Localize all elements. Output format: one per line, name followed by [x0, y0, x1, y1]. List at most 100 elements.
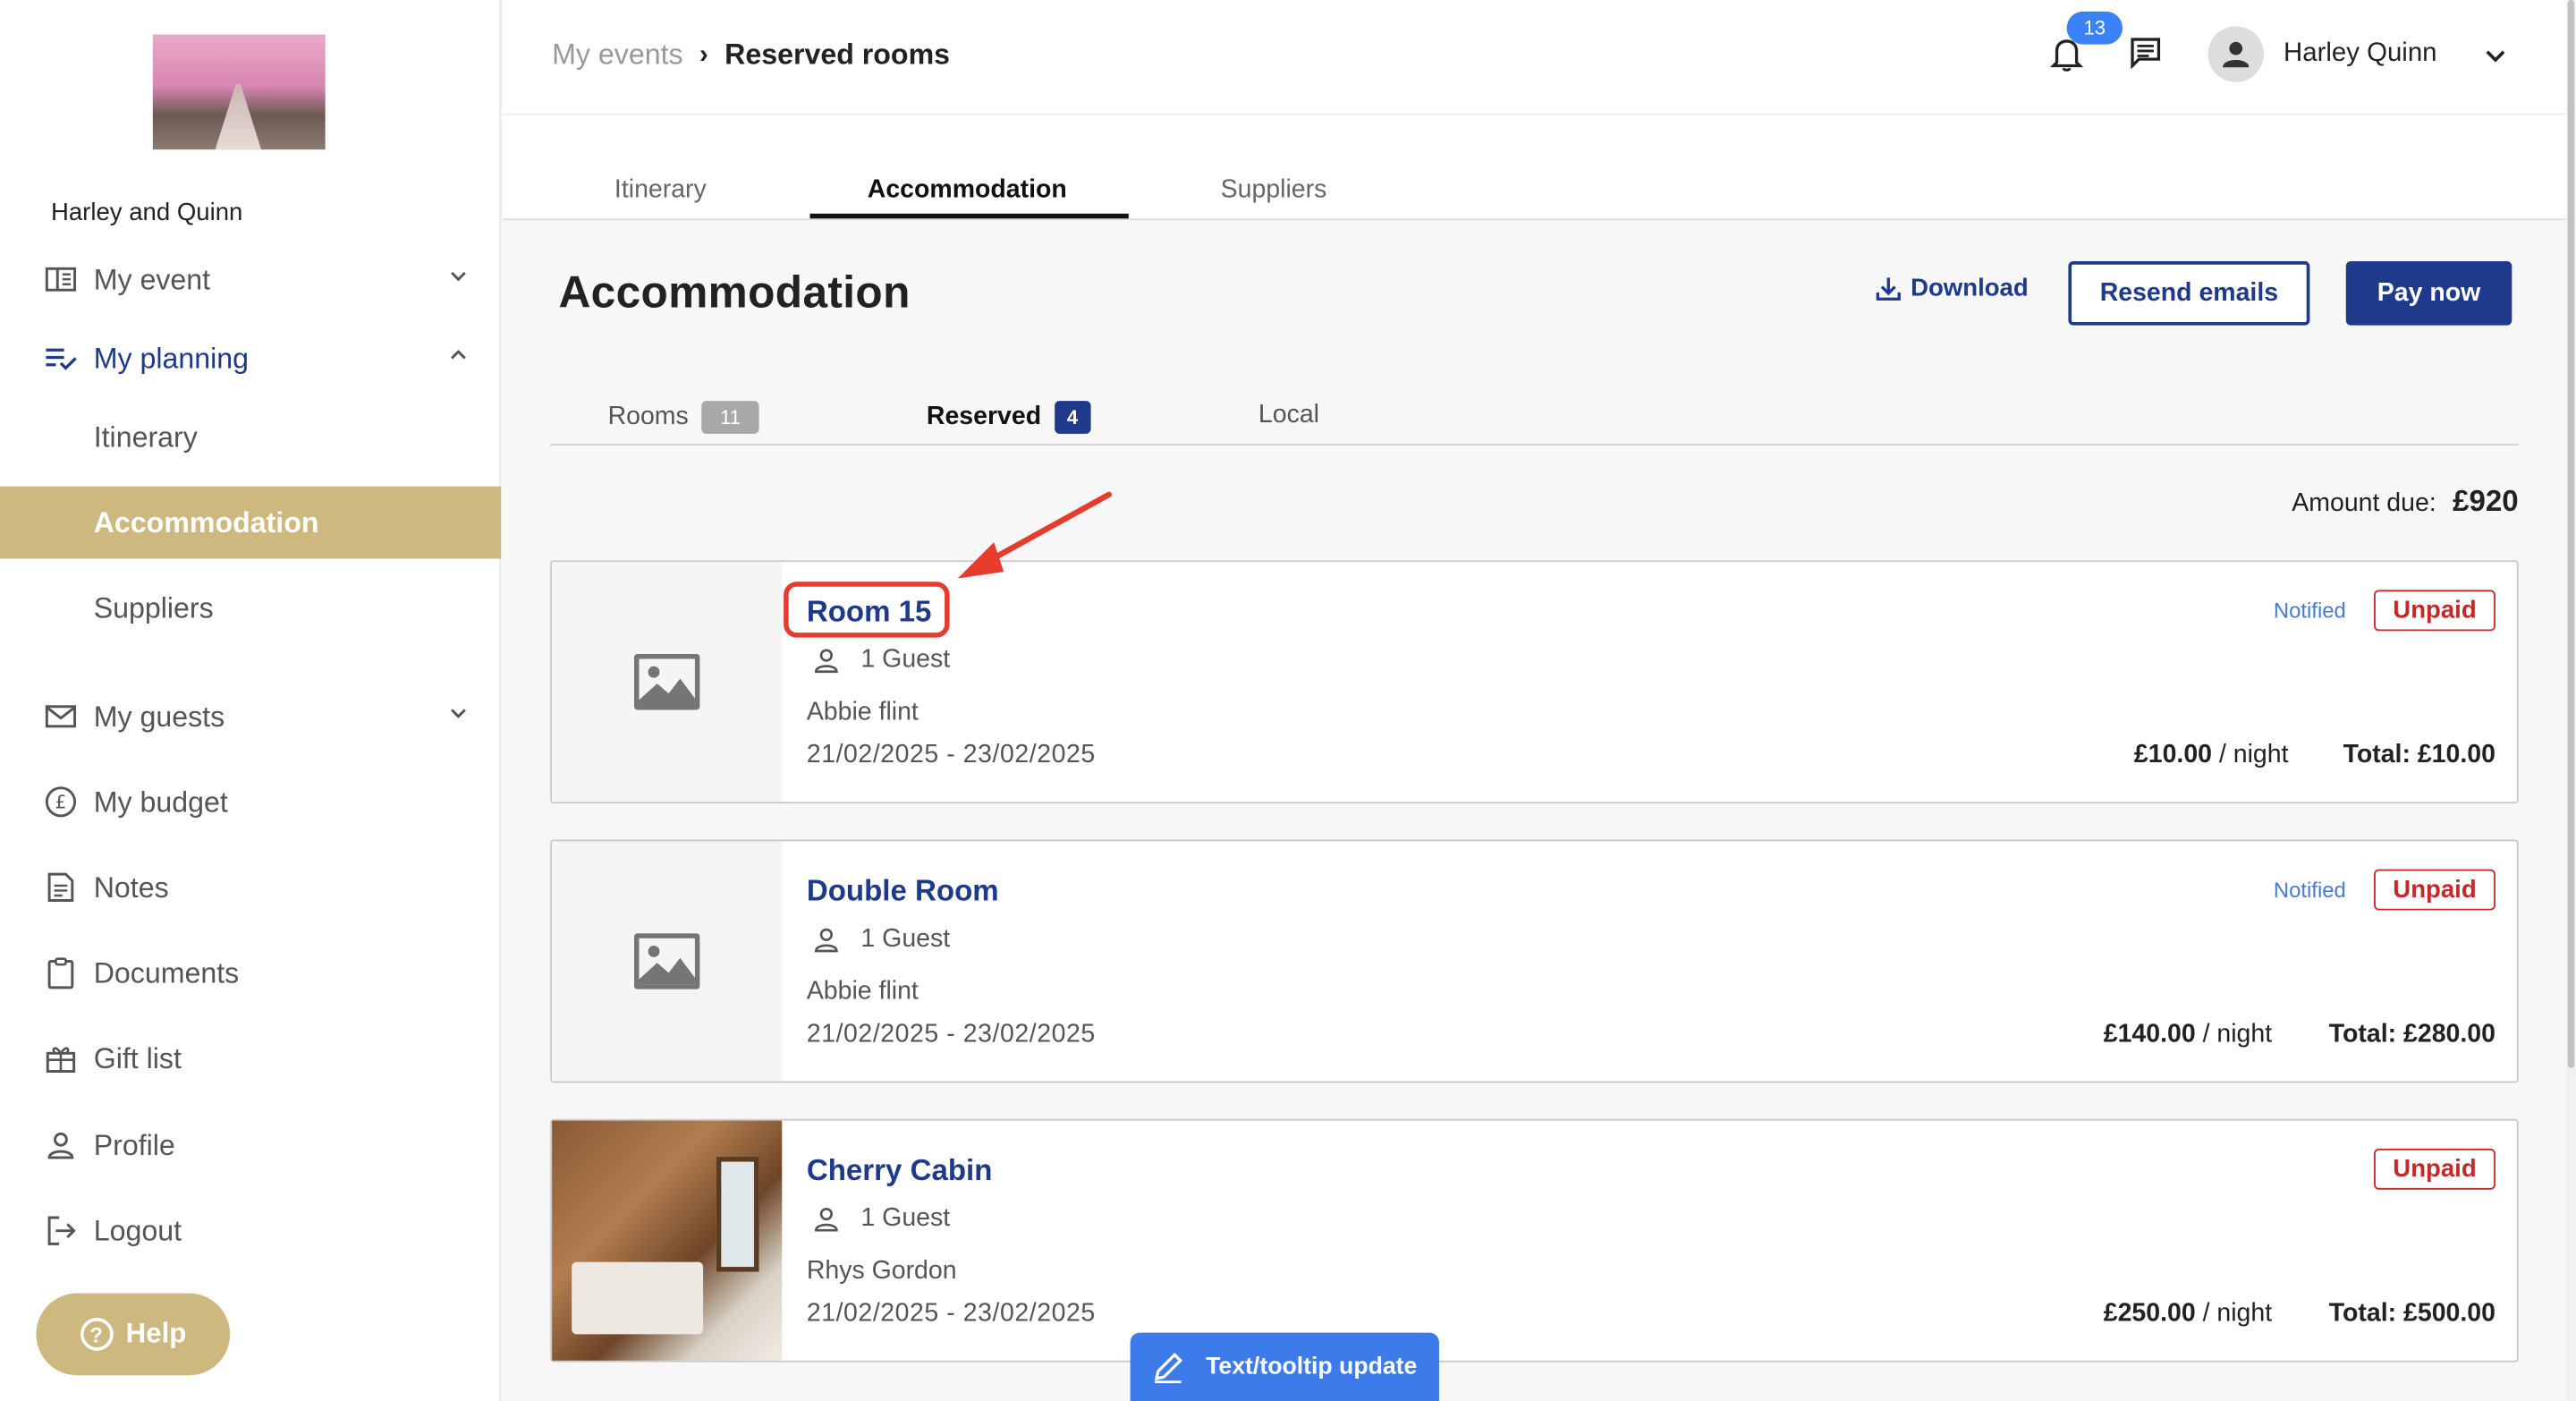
chevron-right-icon: ›: [699, 39, 708, 69]
tab-suppliers[interactable]: Suppliers: [1221, 176, 1327, 206]
price-value: £250.00: [2103, 1299, 2196, 1329]
sidebar-item-profile[interactable]: Profile: [0, 1109, 501, 1182]
nightly-price: £10.00 / night: [2134, 741, 2289, 770]
amount-due-value: £920: [2453, 484, 2519, 518]
sidebar-item-notes[interactable]: Notes: [0, 851, 501, 923]
breadcrumb: My events › Reserved rooms: [552, 38, 950, 72]
subtab-reserved[interactable]: Reserved 4: [926, 401, 1091, 434]
help-label: Help: [125, 1318, 187, 1349]
unpaid-badge: Unpaid: [2374, 590, 2496, 632]
breadcrumb-current: Reserved rooms: [724, 38, 951, 71]
person-icon: [814, 928, 838, 953]
annotation-highlight-box: [784, 582, 950, 638]
sidebar-item-my-budget[interactable]: £ My budget: [0, 766, 501, 838]
price-unit: / night: [2202, 1020, 2273, 1049]
tooltip-update-label: Text/tooltip update: [1206, 1354, 1418, 1380]
tab-accommodation[interactable]: Accommodation: [868, 176, 1067, 206]
sidebar-item-label: Notes: [93, 870, 169, 904]
chat-icon[interactable]: [2129, 36, 2162, 70]
room-name-link[interactable]: Double Room: [807, 874, 999, 909]
checklist-icon: [45, 342, 78, 375]
avatar[interactable]: [2207, 26, 2264, 82]
sidebar-subitem-suppliers[interactable]: Suppliers: [0, 572, 501, 644]
sidebar-item-label: Gift list: [93, 1040, 182, 1074]
amount-due: Amount due: £920: [2292, 485, 2518, 520]
sidebar-subitem-itinerary[interactable]: Itinerary: [0, 401, 501, 473]
sidebar-item-documents[interactable]: Documents: [0, 937, 501, 1009]
person-icon: [45, 1129, 78, 1162]
sidebar-item-my-guests[interactable]: My guests: [0, 680, 501, 752]
notes-icon: [45, 870, 78, 904]
image-icon: [633, 933, 700, 989]
download-icon: [1876, 277, 1901, 301]
page-title: Accommodation: [558, 267, 911, 318]
room-name-link[interactable]: Cherry Cabin: [807, 1153, 993, 1188]
help-button[interactable]: ? Help: [36, 1293, 231, 1376]
subtab-label: Rooms: [607, 402, 689, 431]
sidebar-item-label: Documents: [93, 955, 240, 989]
subtab-label: Local: [1258, 401, 1319, 429]
chevron-down-icon: [451, 709, 466, 718]
mail-icon: [45, 700, 78, 733]
room-image-placeholder: [552, 841, 783, 1082]
pound-icon: £: [45, 785, 78, 819]
pay-now-button[interactable]: Pay now: [2345, 261, 2512, 326]
resend-emails-button[interactable]: Resend emails: [2068, 261, 2310, 326]
stay-dates: 21/02/2025 - 23/02/2025: [806, 741, 1096, 769]
room-card[interactable]: Double Room 1 Guest Abbie flint 21/02/20…: [550, 839, 2519, 1083]
subtab-label: Reserved: [926, 402, 1042, 431]
event-cover-image[interactable]: [152, 34, 326, 150]
person-icon: [814, 649, 838, 674]
question-icon: ?: [80, 1318, 113, 1351]
sidebar-item-label: My guests: [93, 699, 225, 733]
guest-count: 1 Guest: [811, 646, 950, 675]
price-unit: / night: [2202, 1299, 2273, 1329]
main-tabs: Itinerary Accommodation Suppliers: [503, 115, 2566, 221]
sidebar-item-label: My event: [93, 261, 211, 295]
download-label: Download: [1911, 274, 2029, 302]
price-value: £10.00: [2133, 741, 2213, 769]
room-photo: [552, 1120, 783, 1361]
chevron-up-icon: [451, 349, 466, 360]
annotation-arrow: [957, 491, 1112, 579]
sidebar-item-my-event[interactable]: My event: [0, 243, 501, 316]
top-bar: My events › Reserved rooms 13 Harley Qui…: [503, 0, 2566, 115]
room-card[interactable]: Cherry Cabin 1 Guest Rhys Gordon 21/02/2…: [550, 1118, 2519, 1363]
price-value: £140.00: [2103, 1020, 2196, 1049]
event-name: Harley and Quinn: [50, 199, 243, 227]
svg-text:£: £: [55, 792, 67, 813]
nightly-price: £250.00 / night: [2104, 1300, 2272, 1329]
amount-due-label: Amount due:: [2292, 489, 2436, 518]
active-tab-indicator: [809, 213, 1129, 219]
scrollbar-thumb[interactable]: [2567, 0, 2575, 1068]
person-icon: [814, 1207, 838, 1232]
price-unit: / night: [2218, 741, 2289, 769]
user-name[interactable]: Harley Quinn: [2284, 39, 2437, 69]
sidebar-item-label: Profile: [93, 1127, 175, 1161]
chevron-down-icon: [451, 271, 466, 282]
nightly-price: £140.00 / night: [2104, 1021, 2272, 1050]
text-tooltip-update-button[interactable]: Text/tooltip update: [1130, 1332, 1439, 1401]
total-price: Total: £280.00: [2328, 1020, 2496, 1049]
image-icon: [633, 654, 700, 710]
logout-icon: [45, 1214, 78, 1247]
guest-count: 1 Guest: [811, 925, 950, 955]
room-image-placeholder: [552, 562, 783, 802]
sidebar: Harley and Quinn My event My planning It…: [0, 0, 502, 1401]
sidebar-item-label: My budget: [93, 785, 228, 818]
sidebar-item-gift-list[interactable]: Gift list: [0, 1022, 501, 1094]
chevron-down-icon[interactable]: [2484, 45, 2507, 68]
sidebar-item-logout[interactable]: Logout: [0, 1194, 501, 1267]
tab-itinerary[interactable]: Itinerary: [614, 176, 707, 206]
sidebar-item-my-planning[interactable]: My planning: [0, 322, 501, 395]
breadcrumb-my-events[interactable]: My events: [552, 38, 682, 72]
person-icon: [2223, 41, 2250, 68]
gift-icon: [45, 1041, 78, 1074]
sidebar-subitem-accommodation[interactable]: Accommodation: [0, 486, 502, 559]
subtab-rooms[interactable]: Rooms 11: [608, 401, 759, 434]
total-price: Total: £10.00: [2343, 741, 2496, 769]
download-button[interactable]: Download: [1876, 274, 2029, 302]
subtab-local[interactable]: Local: [1258, 401, 1319, 430]
guest-count-label: 1 Guest: [860, 645, 951, 675]
unpaid-badge: Unpaid: [2374, 869, 2496, 911]
